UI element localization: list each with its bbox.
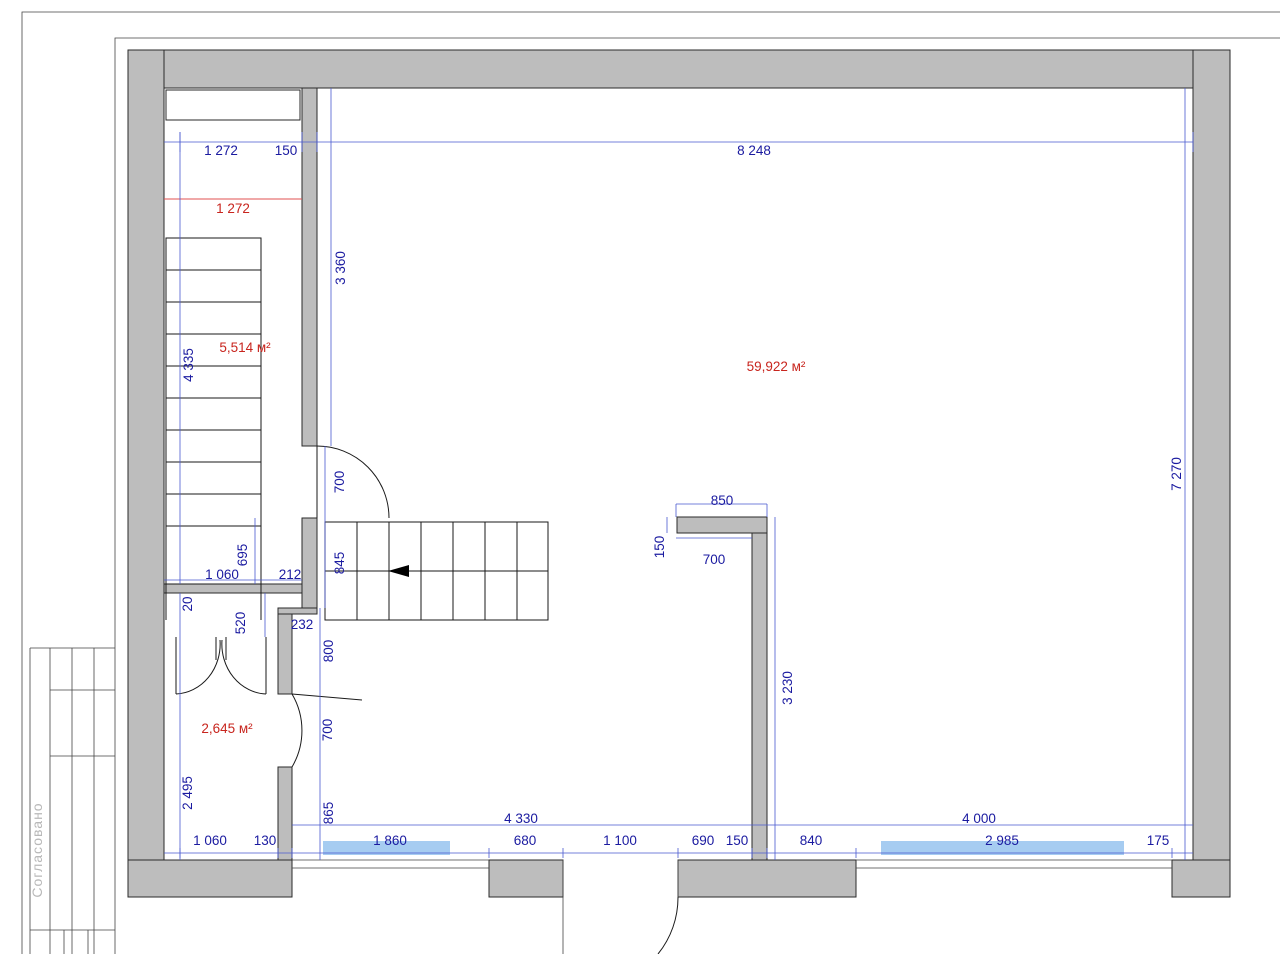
door-swing-upper — [316, 445, 390, 519]
stair-direction-arrow — [388, 565, 409, 577]
wall-vestibule-right-lower — [277, 766, 293, 861]
dim-212: 212 — [279, 567, 302, 582]
dim-1060-bottom: 1 060 — [193, 833, 227, 848]
dim-7270: 7 270 — [1169, 457, 1184, 491]
wall-partition-vertical — [751, 532, 768, 861]
dim-695: 695 — [235, 544, 250, 567]
dim-4335: 4 335 — [181, 348, 196, 382]
approval-stamp: Согласовано — [29, 802, 45, 897]
dim-840: 840 — [800, 833, 823, 848]
dim-4000: 4 000 — [962, 811, 996, 826]
door-swing-entrance — [657, 896, 679, 954]
dim-232: 232 — [291, 617, 314, 632]
wall-vestibule-corner — [277, 607, 318, 615]
dim-1272-top: 1 272 — [204, 143, 238, 158]
floor-plan: 1 272 150 8 248 1 272 3 360 4 335 700 69… — [21, 11, 1280, 954]
dim-2495: 2 495 — [180, 776, 195, 810]
wall-top — [127, 49, 1231, 89]
dim-1860: 1 860 — [373, 833, 407, 848]
wall-right — [1192, 49, 1231, 898]
wall-partition-top — [676, 516, 768, 534]
interior-walls — [163, 87, 768, 861]
wall-vestibule-top — [163, 583, 303, 594]
wall-bottom-left — [127, 859, 293, 898]
wall-bottom-pier-1 — [488, 859, 564, 898]
dim-700-partition: 700 — [703, 552, 726, 567]
dim-865: 865 — [321, 802, 336, 825]
area-staircase-room: 5,514 м² — [219, 340, 271, 355]
dim-520: 520 — [233, 612, 248, 635]
area-hall-room: 59,922 м² — [747, 359, 806, 374]
dim-4330: 4 330 — [504, 811, 538, 826]
outer-walls — [127, 49, 1231, 954]
wall-stair-lower — [301, 517, 318, 609]
wall-bottom-right — [1171, 859, 1231, 898]
area-vestibule-room: 2,645 м² — [201, 721, 253, 736]
dim-150-top: 150 — [275, 143, 298, 158]
dim-20: 20 — [180, 596, 195, 611]
niche — [165, 89, 301, 121]
dim-1100: 1 100 — [603, 833, 637, 848]
dim-690: 690 — [692, 833, 715, 848]
dim-845: 845 — [332, 552, 347, 575]
dim-8248: 8 248 — [737, 143, 771, 158]
dimension-lines — [164, 88, 1194, 860]
left-stair-sketch — [29, 647, 115, 954]
wall-bottom-pier-2 — [677, 859, 857, 898]
dim-150-partition: 150 — [652, 536, 667, 559]
stair-center — [324, 521, 549, 621]
dim-1272-red: 1 272 — [216, 201, 250, 216]
dim-1060-mid: 1 060 — [205, 567, 239, 582]
dim-3230: 3 230 — [780, 671, 795, 705]
dim-2985: 2 985 — [985, 833, 1019, 848]
dim-3360: 3 360 — [333, 251, 348, 285]
door-swing-double — [175, 637, 267, 695]
dim-850: 850 — [711, 493, 734, 508]
dim-680: 680 — [514, 833, 537, 848]
dim-130: 130 — [254, 833, 277, 848]
wall-left — [127, 49, 165, 898]
dim-700-door: 700 — [332, 471, 347, 494]
dim-150-bottom: 150 — [726, 833, 749, 848]
dim-175: 175 — [1147, 833, 1170, 848]
dim-700-vestibule: 700 — [320, 719, 335, 742]
dim-800: 800 — [321, 640, 336, 663]
